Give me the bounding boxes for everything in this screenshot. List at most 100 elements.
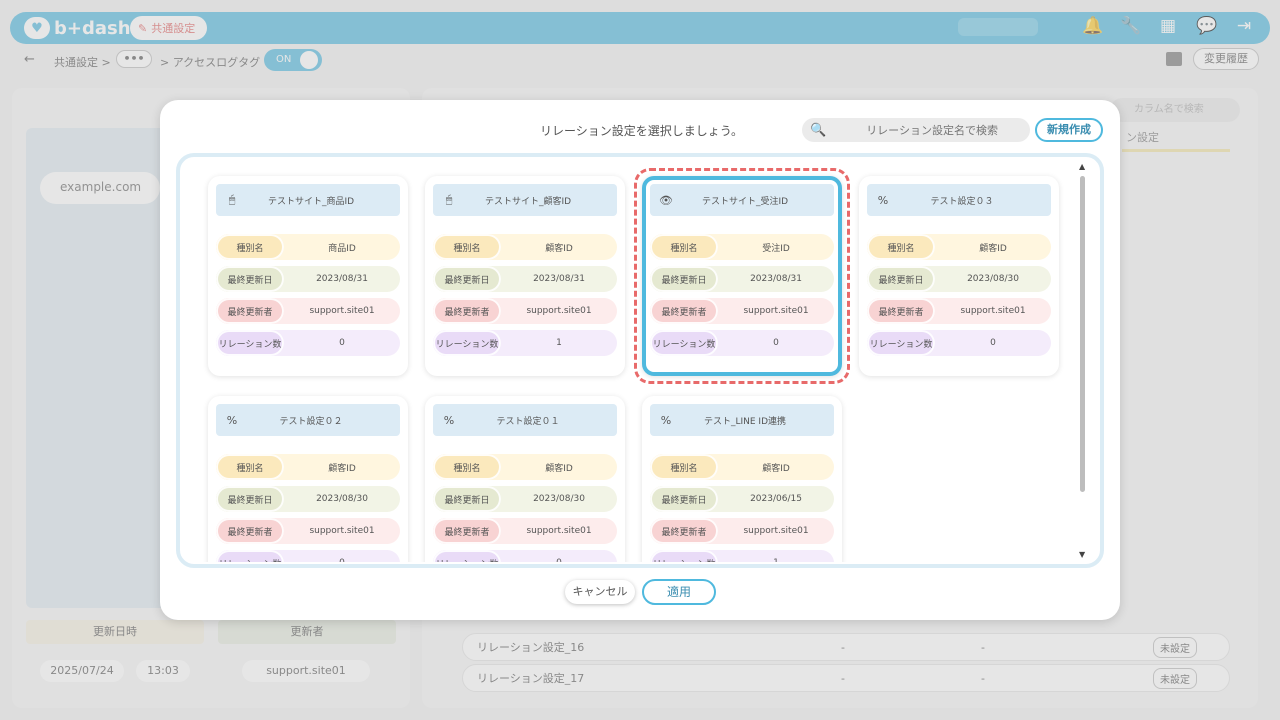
updater-label: 最終更新者 (867, 298, 935, 324)
updated-label: 最終更新日 (650, 266, 718, 292)
card-title-text: テストサイト_商品ID (267, 196, 355, 207)
updater-row: 最終更新者 support.site01 (867, 298, 1051, 324)
updater-label: 最終更新者 (216, 518, 284, 544)
count-value: 0 (773, 338, 779, 348)
card-title: % テスト設定０１ (433, 404, 617, 436)
count-label: リレーション数 (650, 330, 718, 356)
updater-value: support.site01 (526, 306, 592, 316)
type-value: 顧客ID (762, 463, 790, 474)
modal-search-box[interactable]: 🔍 (802, 118, 1030, 142)
count-row: リレーション数0 (216, 330, 400, 356)
updater-label: 最終更新者 (650, 518, 718, 544)
relation-card[interactable]: % テスト設定０２ 種別名 顧客ID 最終更新日 2023/08/30 最終更新者 s… (208, 396, 408, 562)
count-value: 1 (718, 558, 834, 562)
mouse-icon: 🖱 (228, 193, 236, 206)
scroll-down-icon[interactable]: ▼ (1079, 550, 1085, 559)
card-title-text: テスト設定０２ (279, 416, 343, 427)
count-label: リレーション数 (433, 330, 501, 356)
updated-value: 2023/08/31 (750, 274, 802, 284)
updated-value: 2023/08/31 (316, 274, 368, 284)
type-row: 種別名 顧客ID (216, 454, 400, 480)
count-row: リレーション数 1 (433, 330, 617, 356)
type-value: 顧客ID (979, 243, 1007, 254)
card-title: % テスト設定０２ (216, 404, 400, 436)
updater-row: 最終更新者 support.site01 (433, 298, 617, 324)
percent-icon: % (226, 413, 238, 427)
count-label: リレーション数 (216, 550, 284, 562)
type-label: 種別名 (650, 454, 718, 480)
updater-row: 最終更新者 support.site01 (216, 518, 400, 544)
count-label: リレーション数 (433, 550, 501, 562)
updated-row: 最終更新日 2023/06/15 (650, 486, 834, 512)
updated-value: 2023/08/30 (316, 494, 368, 504)
relation-card[interactable]: 👁 テストサイト_受注ID 種別名 受注ID 最終更新日 2023/08/31 最終… (642, 176, 842, 376)
card-title-text: テスト_LINE ID連携 (703, 416, 787, 427)
updater-value: support.site01 (743, 306, 809, 316)
updated-row: 最終更新日 2023/08/31 (433, 266, 617, 292)
cancel-button[interactable]: キャンセル (565, 580, 635, 604)
updater-label: 最終更新者 (433, 298, 501, 324)
mouse-icon: 🖱 (445, 193, 453, 206)
updater-value: support.site01 (526, 526, 592, 536)
type-label: 種別名 (650, 234, 718, 260)
updater-label: 最終更新者 (650, 298, 718, 324)
type-value: 顧客ID (328, 463, 356, 474)
type-row: 種別名 商品ID (216, 234, 400, 260)
count-value: 0 (501, 558, 617, 562)
type-label: 種別名 (433, 234, 501, 260)
count-value: 0 (990, 338, 996, 348)
updater-value: support.site01 (743, 526, 809, 536)
updated-row: 最終更新日 2023/08/30 (433, 486, 617, 512)
type-value: 顧客ID (545, 243, 573, 254)
count-label: リレーション数 (867, 330, 935, 356)
relation-search-input[interactable] (840, 123, 1021, 137)
card-title: 🖱 テストサイト_顧客ID (433, 184, 617, 216)
type-label: 種別名 (433, 454, 501, 480)
type-value: 顧客ID (545, 463, 573, 474)
new-create-button[interactable]: 新規作成 (1035, 118, 1103, 142)
updater-row: 最終更新者 support.site01 (650, 298, 834, 324)
relation-card[interactable]: % テスト_LINE ID連携 種別名 顧客ID 最終更新日 2023/06/15 … (642, 396, 842, 562)
relation-card[interactable]: % テスト設定０３ 種別名 顧客ID 最終更新日 2023/08/30 最終更新者 s… (859, 176, 1059, 376)
card-title: % テスト_LINE ID連携 (650, 404, 834, 436)
type-label: 種別名 (216, 234, 284, 260)
card-title-text: テストサイト_顧客ID (484, 196, 572, 207)
type-row: 種別名 受注ID (650, 234, 834, 260)
updated-value: 2023/06/15 (750, 494, 802, 504)
percent-icon: % (877, 193, 889, 207)
updated-row: 最終更新日 2023/08/31 (216, 266, 400, 292)
updated-label: 最終更新日 (433, 486, 501, 512)
card-title: % テスト設定０３ (867, 184, 1051, 216)
type-row: 種別名 顧客ID (650, 454, 834, 480)
updater-row: 最終更新者 support.site01 (433, 518, 617, 544)
updated-label: 最終更新日 (867, 266, 935, 292)
updater-label: 最終更新者 (216, 298, 284, 324)
updater-row: 最終更新者 support.site01 (216, 298, 400, 324)
type-label: 種別名 (216, 454, 284, 480)
updated-value: 2023/08/30 (967, 274, 1019, 284)
card-title: 🖱 テストサイト_商品ID (216, 184, 400, 216)
scrollbar-thumb[interactable] (1080, 176, 1085, 492)
count-row: リレーション数0 (433, 550, 617, 562)
count-row: リレーション数 0 (867, 330, 1051, 356)
percent-icon: % (443, 413, 455, 427)
card-title-text: テスト設定０３ (930, 196, 994, 207)
relation-card[interactable]: % テスト設定０１ 種別名 顧客ID 最終更新日 2023/08/30 最終更新者 s… (425, 396, 625, 562)
percent-icon: % (660, 413, 672, 427)
scroll-up-icon[interactable]: ▲ (1079, 162, 1085, 171)
count-value: 0 (339, 338, 345, 348)
modal-title: リレーション設定を選択しましょう。 (540, 124, 744, 138)
count-value: 1 (556, 338, 562, 348)
updater-value: support.site01 (309, 306, 375, 316)
type-row: 種別名 顧客ID (867, 234, 1051, 260)
updater-label: 最終更新者 (433, 518, 501, 544)
relation-card[interactable]: 🖱 テストサイト_商品ID 種別名 商品ID 最終更新日 2023/08/31 最終… (208, 176, 408, 376)
card-title: 👁 テストサイト_受注ID (650, 184, 834, 216)
apply-button[interactable]: 適用 (642, 579, 716, 605)
relation-card[interactable]: 🖱 テストサイト_顧客ID 種別名 顧客ID 最終更新日 2023/08/31 最終… (425, 176, 625, 376)
type-label: 種別名 (867, 234, 935, 260)
updated-value: 2023/08/30 (533, 494, 585, 504)
updater-value: support.site01 (960, 306, 1026, 316)
updated-label: 最終更新日 (216, 266, 284, 292)
type-value: 受注ID (762, 243, 790, 254)
